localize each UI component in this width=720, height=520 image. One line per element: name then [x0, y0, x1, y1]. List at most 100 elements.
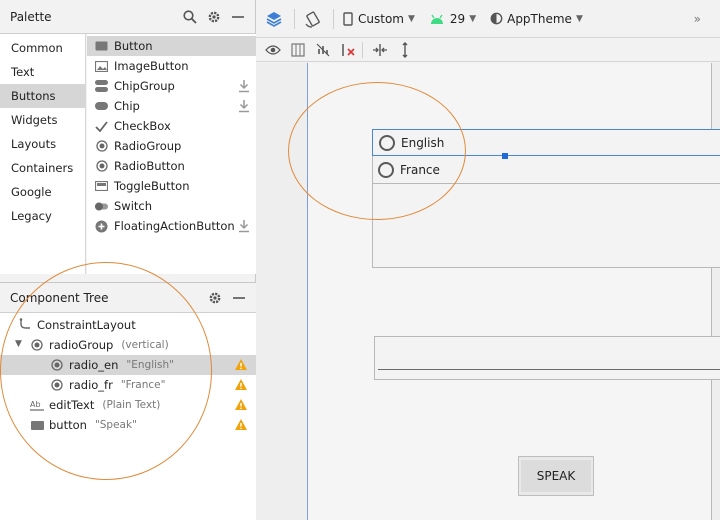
expand-triangle-icon[interactable]: ▼: [15, 339, 22, 349]
palette-header: Palette: [0, 0, 255, 34]
radio-en-label: English: [401, 135, 445, 150]
plus-circle-icon: [95, 220, 108, 233]
palette-category-text[interactable]: Text: [0, 60, 85, 84]
chevron-down-icon: ▼: [469, 13, 477, 24]
tree-row-name: ConstraintLayout: [37, 318, 136, 332]
radio-fr-label: France: [400, 162, 440, 177]
eye-icon[interactable]: [262, 40, 284, 60]
radio-icon: [30, 338, 44, 352]
palette-widget-radiogroup[interactable]: RadioGroup: [87, 136, 256, 156]
download-icon[interactable]: [238, 79, 250, 93]
pack-horizontal-icon[interactable]: [369, 40, 391, 60]
palette-widget-imagebutton[interactable]: ImageButton: [87, 56, 256, 76]
palette-category-layouts[interactable]: Layouts: [0, 132, 85, 156]
clear-constraints-icon[interactable]: [337, 40, 359, 60]
image-icon: [95, 60, 108, 73]
download-icon[interactable]: [238, 99, 250, 113]
chevron-down-icon: ▼: [575, 13, 583, 24]
tree-row-radio_en[interactable]: radio_en "English": [0, 355, 256, 375]
warning-icon[interactable]: [234, 378, 248, 391]
radio-icon: [95, 140, 108, 153]
tree-row-button[interactable]: button "Speak": [0, 415, 256, 435]
svg-text:Ab: Ab: [30, 400, 41, 409]
palette-category-legacy[interactable]: Legacy: [0, 204, 85, 228]
palette-widget-checkbox[interactable]: CheckBox: [87, 116, 256, 136]
layers-icon[interactable]: [262, 7, 286, 31]
palette-category-widgets[interactable]: Widgets: [0, 108, 85, 132]
warning-icon[interactable]: [234, 358, 248, 371]
constraint-layout-icon: [18, 318, 32, 332]
palette-category-buttons[interactable]: Buttons: [0, 84, 85, 108]
margin-icon[interactable]: [287, 40, 309, 60]
radio-fr-preview[interactable]: France: [372, 156, 720, 184]
radio-icon: [50, 358, 64, 372]
tree-rows: ConstraintLayout ▼ radioGroup (vertical) rad…: [0, 313, 256, 435]
design-toolbar: Custom ▼ 29 ▼ AppTheme ▼ »: [256, 0, 720, 38]
pack-vertical-icon[interactable]: [394, 40, 416, 60]
gear-icon[interactable]: [205, 8, 223, 26]
palette-widget-switch[interactable]: Switch: [87, 196, 256, 216]
api-selector[interactable]: 29 ▼: [426, 7, 479, 31]
speak-button-preview[interactable]: SPEAK: [518, 456, 594, 496]
switch-icon: [95, 200, 108, 213]
overflow-button[interactable]: »: [691, 7, 704, 31]
palette-widget-floatingactionbutton[interactable]: FloatingActionButton: [87, 216, 256, 236]
theme-selector[interactable]: AppTheme ▼: [487, 7, 586, 31]
theme-icon: [490, 12, 503, 25]
android-icon: [430, 14, 443, 24]
warning-icon[interactable]: [234, 418, 248, 431]
phone-icon: [343, 11, 353, 26]
palette-widget-label: Switch: [114, 199, 153, 213]
device-screen: English France SPEAK: [307, 63, 720, 520]
tree-row-radiogroup[interactable]: ▼ radioGroup (vertical): [0, 335, 256, 355]
palette-widget-label: RadioButton: [114, 159, 185, 173]
edittext-preview[interactable]: [374, 336, 720, 380]
design-toolbar-secondary: [256, 38, 720, 62]
rotate-icon[interactable]: [301, 7, 325, 31]
minimize-icon[interactable]: [229, 8, 247, 26]
chevron-down-icon: ▼: [407, 13, 415, 24]
tree-row-edittext[interactable]: Ab editText (Plain Text): [0, 395, 256, 415]
edittext-icon: Ab: [30, 398, 44, 412]
palette-body: Common Text Buttons Widgets Layouts Container…: [0, 34, 256, 274]
tree-row-detail: (vertical): [121, 339, 169, 351]
palette-widget-label: Button: [114, 39, 153, 53]
checkmark-icon: [95, 120, 108, 133]
button-icon: [95, 40, 108, 53]
toolbar-separator: [362, 41, 363, 58]
button-icon: [30, 418, 44, 432]
palette-widgets: Button ImageButton ChipGroup Chip CheckBox Ra…: [87, 34, 256, 274]
palette-widget-chipgroup[interactable]: ChipGroup: [87, 76, 256, 96]
tree-row-detail: "Speak": [94, 419, 137, 431]
palette-title: Palette: [10, 9, 52, 24]
tree-row-detail: "English": [126, 359, 174, 371]
edittext-underline: [378, 369, 720, 370]
device-selector[interactable]: Custom ▼: [340, 7, 418, 31]
download-icon[interactable]: [238, 219, 250, 233]
tree-row-radio_fr[interactable]: radio_fr "France": [0, 375, 256, 395]
api-label: 29: [449, 11, 466, 26]
palette-widget-button[interactable]: Button: [87, 36, 256, 56]
radio-icon: [50, 378, 64, 392]
gear-icon[interactable]: [206, 289, 224, 307]
palette-widget-label: Chip: [114, 99, 140, 113]
palette-widget-radiobutton[interactable]: RadioButton: [87, 156, 256, 176]
palette-widget-label: CheckBox: [114, 119, 171, 133]
palette-category-containers[interactable]: Containers: [0, 156, 85, 180]
toolbar-separator: [333, 8, 334, 29]
warning-icon[interactable]: [234, 398, 248, 411]
radio-circle-icon: [378, 161, 394, 178]
speak-button-label: SPEAK: [521, 460, 591, 492]
autoconnect-off-icon[interactable]: [312, 40, 334, 60]
search-icon[interactable]: [181, 8, 199, 26]
tree-row-constraintlayout[interactable]: ConstraintLayout: [0, 315, 256, 335]
palette-category-google[interactable]: Google: [0, 180, 85, 204]
tree-title: Component Tree: [10, 290, 109, 305]
palette-widget-togglebutton[interactable]: ToggleButton: [87, 176, 256, 196]
palette-widget-chip[interactable]: Chip: [87, 96, 256, 116]
chip-group-icon: [95, 80, 108, 93]
minimize-icon[interactable]: [230, 289, 248, 307]
radio-en-preview[interactable]: English: [372, 129, 720, 156]
radio-circle-icon: [379, 134, 395, 151]
palette-category-common[interactable]: Common: [0, 36, 85, 60]
